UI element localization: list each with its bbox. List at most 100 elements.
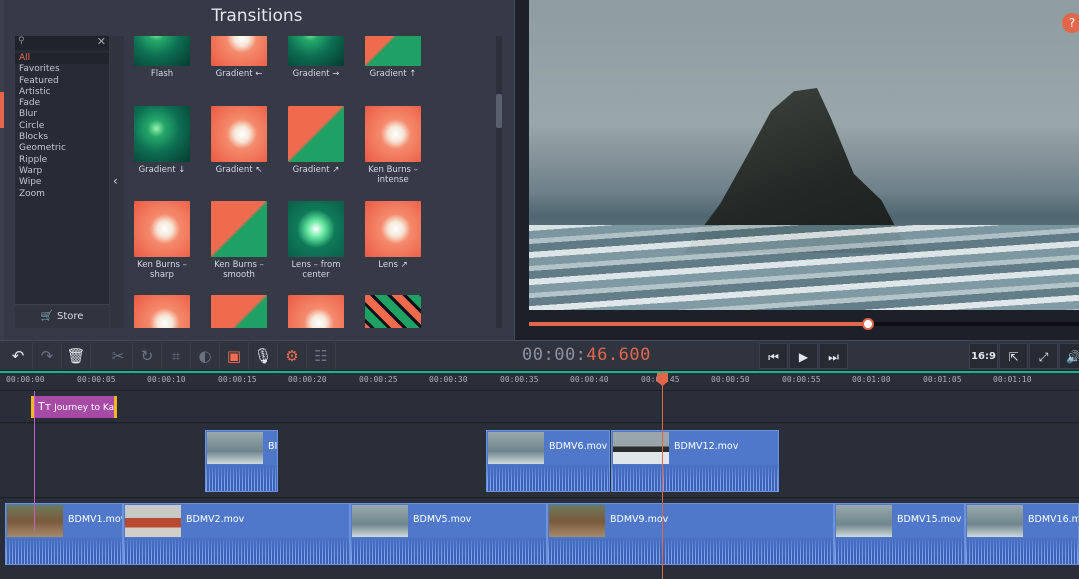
detach-preview-icon[interactable]: ⇱	[999, 343, 1028, 369]
skip-forward-icon[interactable]: ⏭	[819, 343, 848, 369]
transition-thumbnail	[134, 36, 190, 66]
transition-tile[interactable]	[278, 295, 354, 328]
transition-tile[interactable]: Gradient ↑	[355, 36, 431, 79]
scrollbar-thumb[interactable]	[496, 94, 502, 128]
clip-waveform	[351, 538, 546, 564]
transition-tile[interactable]: Lens – from center	[278, 201, 354, 280]
ruler-tick-label: 00:00:15	[218, 375, 257, 384]
category-all[interactable]: All	[15, 53, 109, 65]
aspect-ratio-button[interactable]: 16:9	[969, 343, 998, 369]
image-overlay-icon[interactable]: ▣	[220, 343, 249, 369]
clear-search-icon[interactable]: ✕	[97, 35, 106, 48]
transition-tile[interactable]	[355, 295, 431, 328]
transition-label: Gradient ↗	[292, 165, 340, 175]
clip-name: BDMV15.mov	[897, 514, 962, 525]
transition-tile[interactable]: Gradient ↗	[278, 106, 354, 175]
main-clip[interactable]: BDMV5.mov	[350, 503, 547, 565]
preview-surf-shape	[529, 225, 1079, 310]
overlay-clip[interactable]: BI	[205, 430, 278, 492]
category-ripple[interactable]: Ripple	[15, 155, 109, 166]
gear-icon[interactable]: ⚙	[278, 343, 307, 369]
category-warp[interactable]: Warp	[15, 166, 109, 177]
title-clip[interactable]: Tт Journey to Ka	[31, 396, 117, 418]
main-clip[interactable]: BDMV1.mov	[5, 503, 123, 565]
category-geometric[interactable]: Geometric	[15, 143, 109, 154]
time-ruler[interactable]: 00:00:00 00:00:05 00:00:10 00:00:15 00:0…	[0, 371, 1079, 391]
playback-progress-fill	[529, 322, 868, 326]
transitions-scrollbar[interactable]	[496, 36, 502, 328]
transition-thumbnail	[134, 295, 190, 328]
main-clip[interactable]: BDMV2.mov	[123, 503, 350, 565]
category-blocks[interactable]: Blocks	[15, 132, 109, 143]
category-featured[interactable]: Featured	[15, 76, 109, 87]
text-title-icon: Tт	[38, 400, 52, 413]
category-favorites[interactable]: Favorites	[15, 64, 109, 75]
delete-icon[interactable]: 🗑	[62, 343, 91, 369]
microphone-icon[interactable]: 🎙	[249, 343, 278, 369]
ruler-tick-label: 00:01:00	[852, 375, 891, 384]
transition-thumbnail	[288, 295, 344, 328]
ruler-tick-label: 00:00:00	[6, 375, 45, 384]
transition-tile[interactable]: Gradient →	[278, 36, 354, 79]
clip-video-row: BDMV6.mov	[487, 431, 609, 465]
main-clip[interactable]: BDMV9.mov	[547, 503, 834, 565]
preview-pane: ?	[514, 0, 1079, 340]
help-button[interactable]: ?	[1062, 13, 1079, 33]
transition-tile[interactable]: Ken Burns – sharp	[124, 201, 200, 280]
clip-thumbnail	[967, 505, 1023, 537]
cut-icon[interactable]: ✂	[104, 343, 133, 369]
overlay-clip[interactable]: BDMV12.mov	[611, 430, 779, 492]
crop-icon[interactable]: ⌗	[162, 343, 191, 369]
playback-progress-track[interactable]	[529, 318, 1079, 330]
volume-icon[interactable]: 🔊	[1059, 343, 1079, 369]
playback-scrubber-handle[interactable]	[861, 318, 874, 330]
ruler-tick-label: 00:00:30	[429, 375, 468, 384]
ruler-tick-label: 00:00:20	[288, 375, 327, 384]
clip-video-row: BDMV12.mov	[612, 431, 778, 465]
category-zoom[interactable]: Zoom	[15, 189, 109, 200]
ruler-tick-label: 00:00:25	[359, 375, 398, 384]
transition-tile[interactable]: Ken Burns – smooth	[201, 201, 277, 280]
rotate-icon[interactable]: ↻	[133, 343, 162, 369]
transition-tile[interactable]: Gradient ↖	[201, 106, 277, 175]
store-button[interactable]: 🛒 Store	[15, 304, 109, 328]
play-icon[interactable]: ▶	[789, 343, 818, 369]
color-adjust-icon[interactable]: ◐	[191, 343, 220, 369]
search-input[interactable]: ⚲ ✕	[15, 35, 109, 50]
title-clip-label: Journey to Ka	[54, 403, 115, 413]
audio-mixer-icon[interactable]: ☷	[307, 343, 336, 369]
transition-tile[interactable]: Flash	[124, 36, 200, 79]
skip-back-icon[interactable]: ⏮	[759, 343, 788, 369]
transition-tile[interactable]: Gradient ←	[201, 36, 277, 79]
collapse-panel-button[interactable]: ‹	[110, 36, 124, 328]
transition-tile[interactable]: Ken Burns – intense	[355, 106, 431, 185]
category-list: ⚲ ✕ All Favorites Featured Artistic Fade…	[15, 35, 109, 328]
clip-tools-group: ✂ ↻ ⌗ ◐ ▣ 🎙 ⚙ ☷	[104, 343, 336, 369]
redo-icon[interactable]: ↷	[33, 343, 62, 369]
timeline-playhead[interactable]	[657, 371, 668, 579]
category-wipe[interactable]: Wipe	[15, 177, 109, 188]
transition-tile[interactable]: Gradient ↓	[124, 106, 200, 175]
ruler-tick-label: 00:00:05	[77, 375, 116, 384]
category-blur[interactable]: Blur	[15, 109, 109, 120]
category-artistic[interactable]: Artistic	[15, 87, 109, 98]
undo-icon[interactable]: ↶	[4, 343, 33, 369]
fullscreen-icon[interactable]: ⤢	[1029, 343, 1058, 369]
clip-waveform	[124, 538, 349, 564]
category-circle[interactable]: Circle	[15, 121, 109, 132]
category-fade[interactable]: Fade	[15, 98, 109, 109]
transition-thumbnail	[211, 36, 267, 66]
main-clip[interactable]: BDMV15.mov	[834, 503, 965, 565]
video-editor-app: Transitions ⚲ ✕ All Favorites Featured A…	[0, 0, 1079, 579]
timecode-ms: 46.600	[586, 345, 651, 365]
clip-thumbnail	[352, 505, 408, 537]
main-clip[interactable]: BDMV16.mov	[965, 503, 1079, 565]
store-label: Store	[57, 311, 84, 322]
ruler-tick-label: 00:01:10	[993, 375, 1032, 384]
ruler-tick-label: 00:00:50	[711, 375, 750, 384]
transition-tile[interactable]	[201, 295, 277, 328]
transition-tile[interactable]: Lens ↗	[355, 201, 431, 270]
transition-tile[interactable]	[124, 295, 200, 328]
timeline[interactable]: 00:00:00 00:00:05 00:00:10 00:00:15 00:0…	[0, 371, 1079, 579]
overlay-clip[interactable]: BDMV6.mov	[486, 430, 610, 492]
